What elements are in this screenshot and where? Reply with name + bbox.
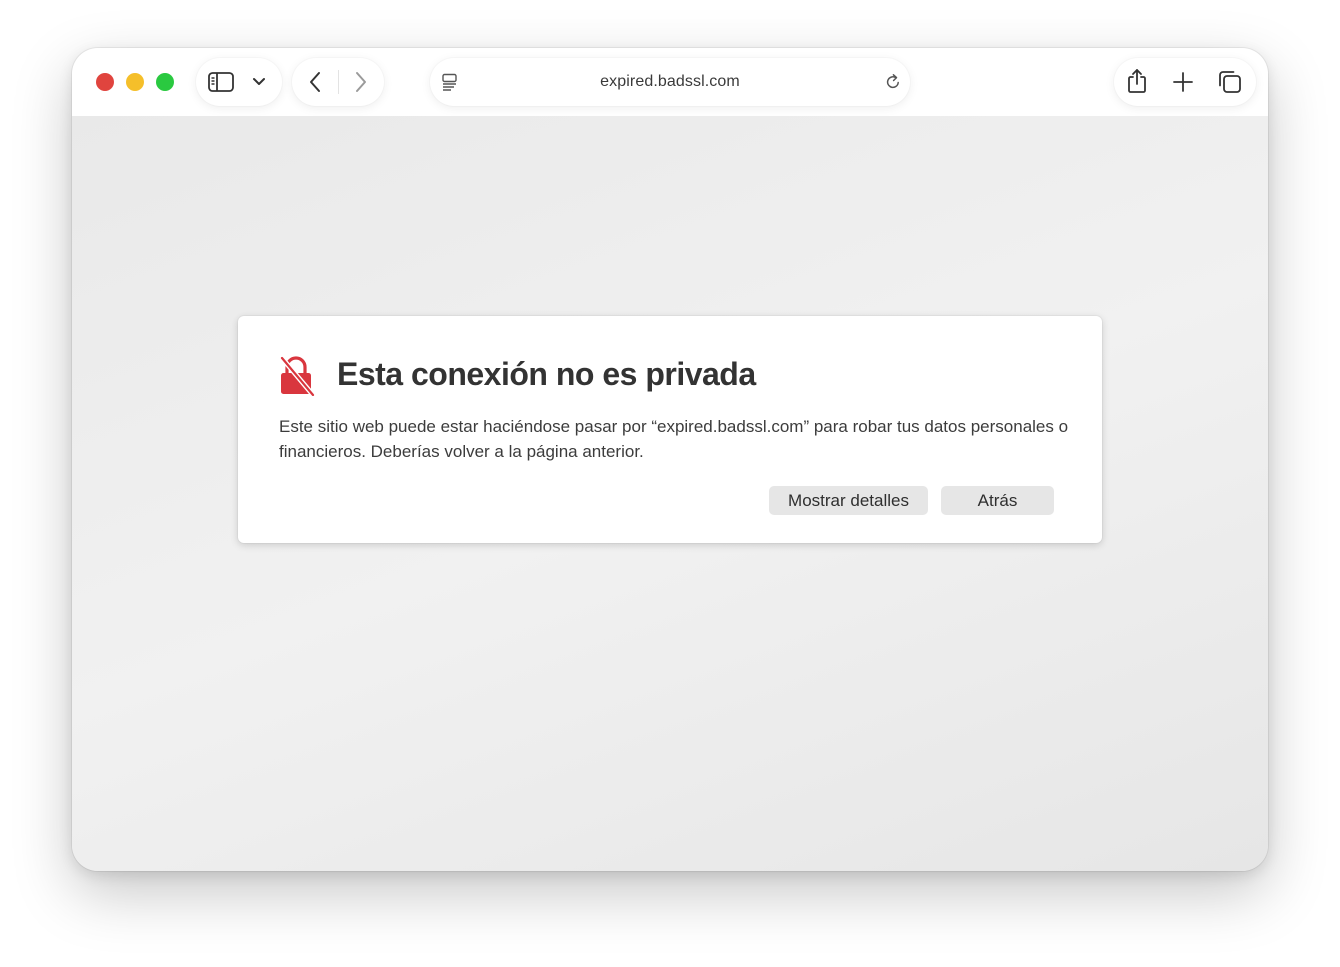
- tabs-overview-icon[interactable]: [1217, 70, 1243, 94]
- share-icon[interactable]: [1126, 68, 1148, 94]
- page-content: Esta conexión no es privada Este sitio w…: [72, 116, 1268, 871]
- warning-title: Esta conexión no es privada: [337, 356, 756, 392]
- plus-icon[interactable]: [1172, 71, 1194, 93]
- address-bar-url: expired.badssl.com: [600, 73, 740, 90]
- warning-message: Este sitio web puede estar haciéndose pa…: [279, 417, 1069, 461]
- sidebar-icon[interactable]: [207, 71, 235, 93]
- show-details-button[interactable]: Mostrar detalles: [769, 486, 928, 515]
- chevron-right-icon[interactable]: [354, 71, 368, 93]
- navigation-control-group: [292, 58, 384, 106]
- zoom-window-button[interactable]: [156, 73, 174, 91]
- browser-toolbar: expired.badssl.com: [72, 48, 1268, 116]
- nav-divider: [338, 70, 339, 94]
- broken-lock-icon: [279, 356, 316, 396]
- certificate-warning-dialog: Esta conexión no es privada Este sitio w…: [238, 316, 1102, 543]
- chevron-down-icon[interactable]: [252, 77, 266, 87]
- address-bar[interactable]: expired.badssl.com: [430, 58, 910, 106]
- reload-icon[interactable]: [884, 73, 902, 91]
- chevron-left-icon[interactable]: [308, 71, 322, 93]
- close-window-button[interactable]: [96, 73, 114, 91]
- toolbar-actions-group: [1114, 58, 1256, 106]
- go-back-button[interactable]: Atrás: [941, 486, 1054, 515]
- sidebar-control-group: [196, 58, 282, 106]
- minimize-window-button[interactable]: [126, 73, 144, 91]
- browser-window: expired.badssl.com Esta conexión no es p…: [72, 48, 1268, 871]
